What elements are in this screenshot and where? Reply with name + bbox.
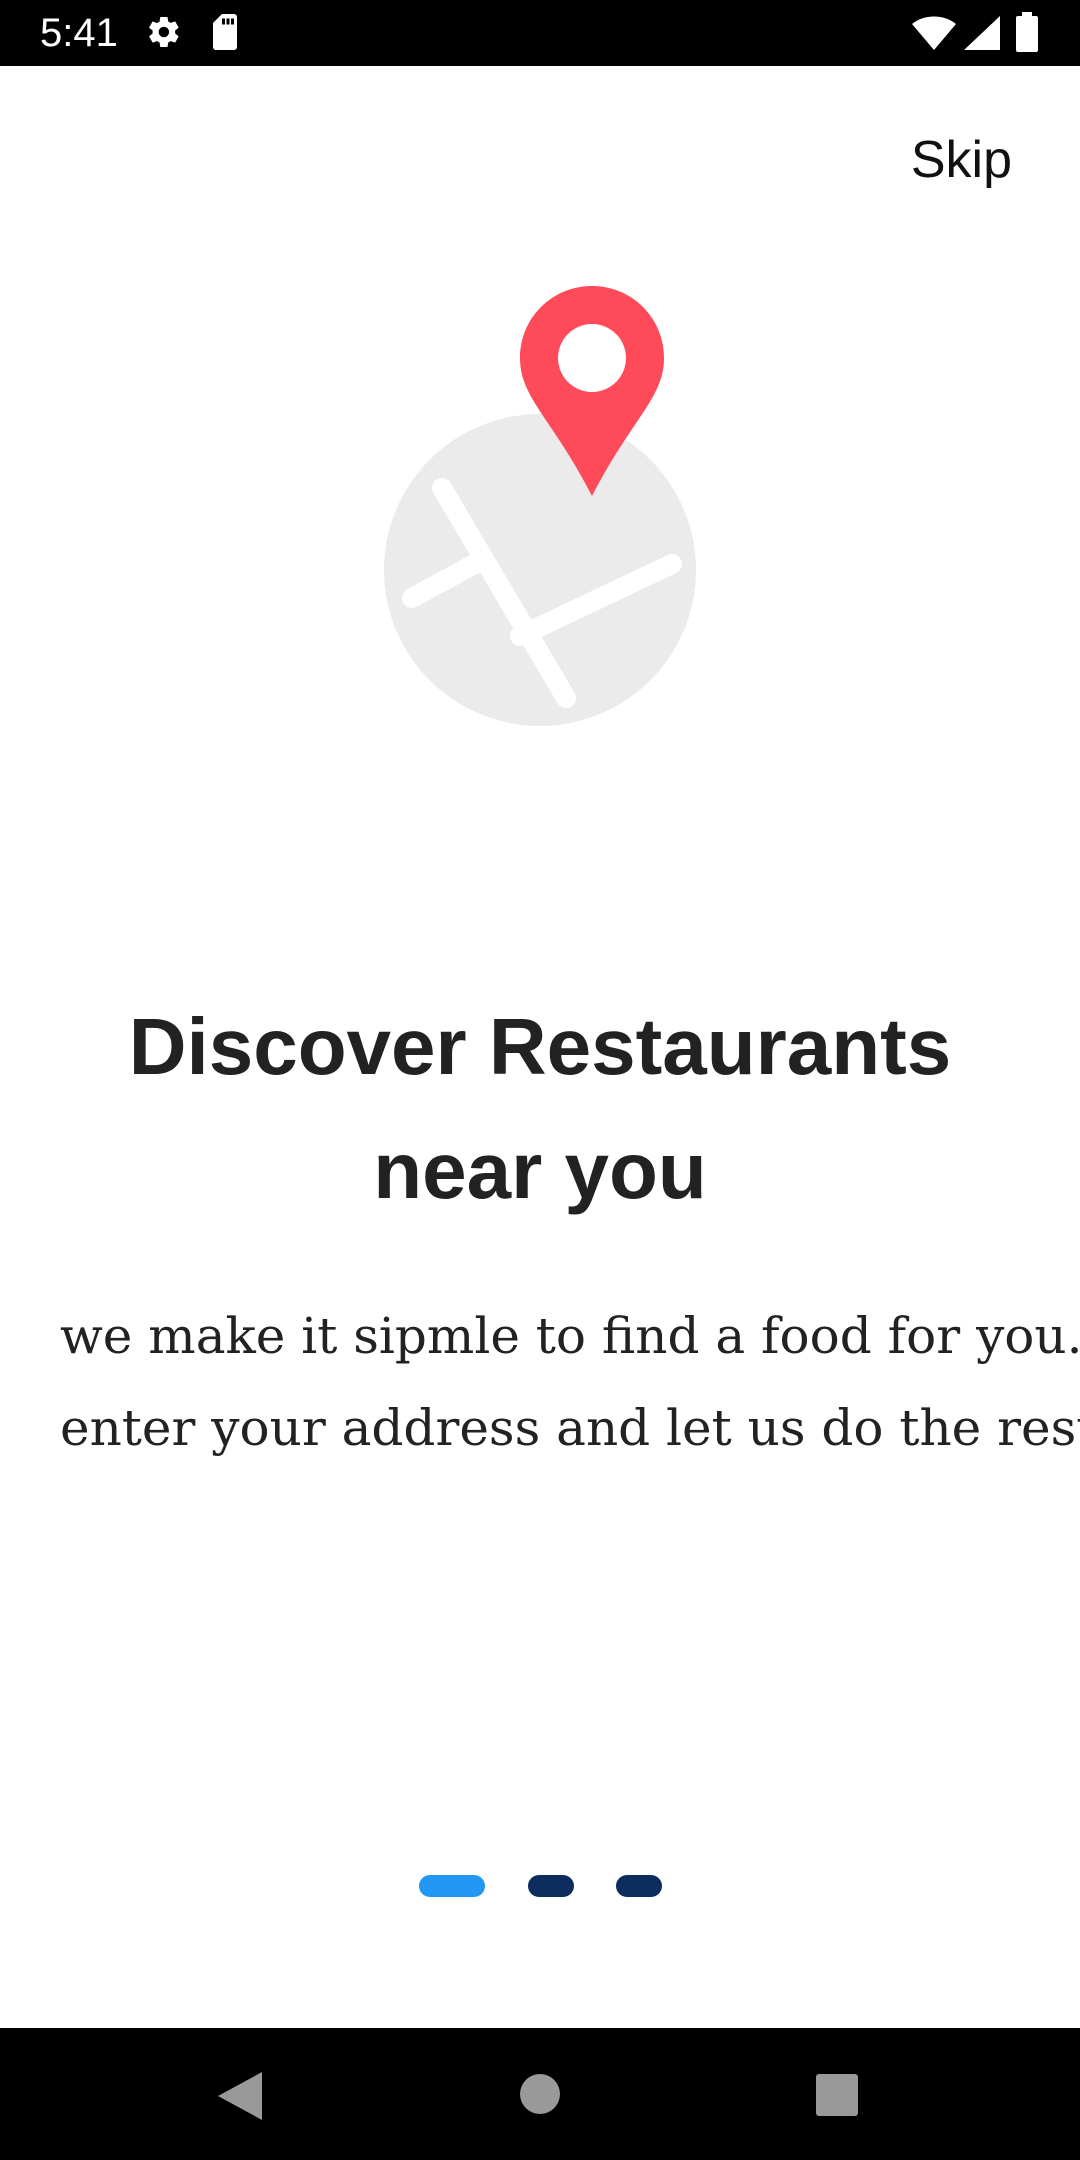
recents-icon[interactable] <box>816 2074 858 2116</box>
onboarding-description: we make it sipmle to find a food for you… <box>60 1290 1080 1474</box>
battery-icon <box>1016 12 1038 52</box>
sd-card-icon <box>213 14 237 50</box>
gear-icon <box>149 16 179 48</box>
onboarding-title: Discover Restaurants near you <box>60 985 1020 1233</box>
wifi-icon <box>912 16 956 50</box>
title-line: Discover Restaurants <box>128 1002 952 1091</box>
location-pin-hole <box>558 324 626 392</box>
home-icon[interactable] <box>520 2074 560 2114</box>
title-line: near you <box>373 1126 707 1215</box>
description-line: we make it sipmle to find a food for you… <box>60 1307 1080 1365</box>
skip-button[interactable]: Skip <box>911 128 1012 192</box>
page-indicator-dot-active[interactable] <box>419 1875 485 1897</box>
signal-icon <box>964 16 1000 50</box>
status-time: 5:41 <box>40 11 118 55</box>
status-bar: 5:41 <box>0 0 1080 66</box>
page-indicator-dot[interactable] <box>616 1875 662 1897</box>
back-icon[interactable] <box>218 2072 262 2120</box>
description-line: enter your address and let us do the res… <box>60 1399 1080 1457</box>
map-location-pin-icon <box>384 286 696 726</box>
system-nav-bar <box>0 2028 1080 2160</box>
onboarding-screen: 5:41 Skip Discover Restaurants near you … <box>0 0 1080 2160</box>
page-indicator-dot[interactable] <box>528 1875 574 1897</box>
